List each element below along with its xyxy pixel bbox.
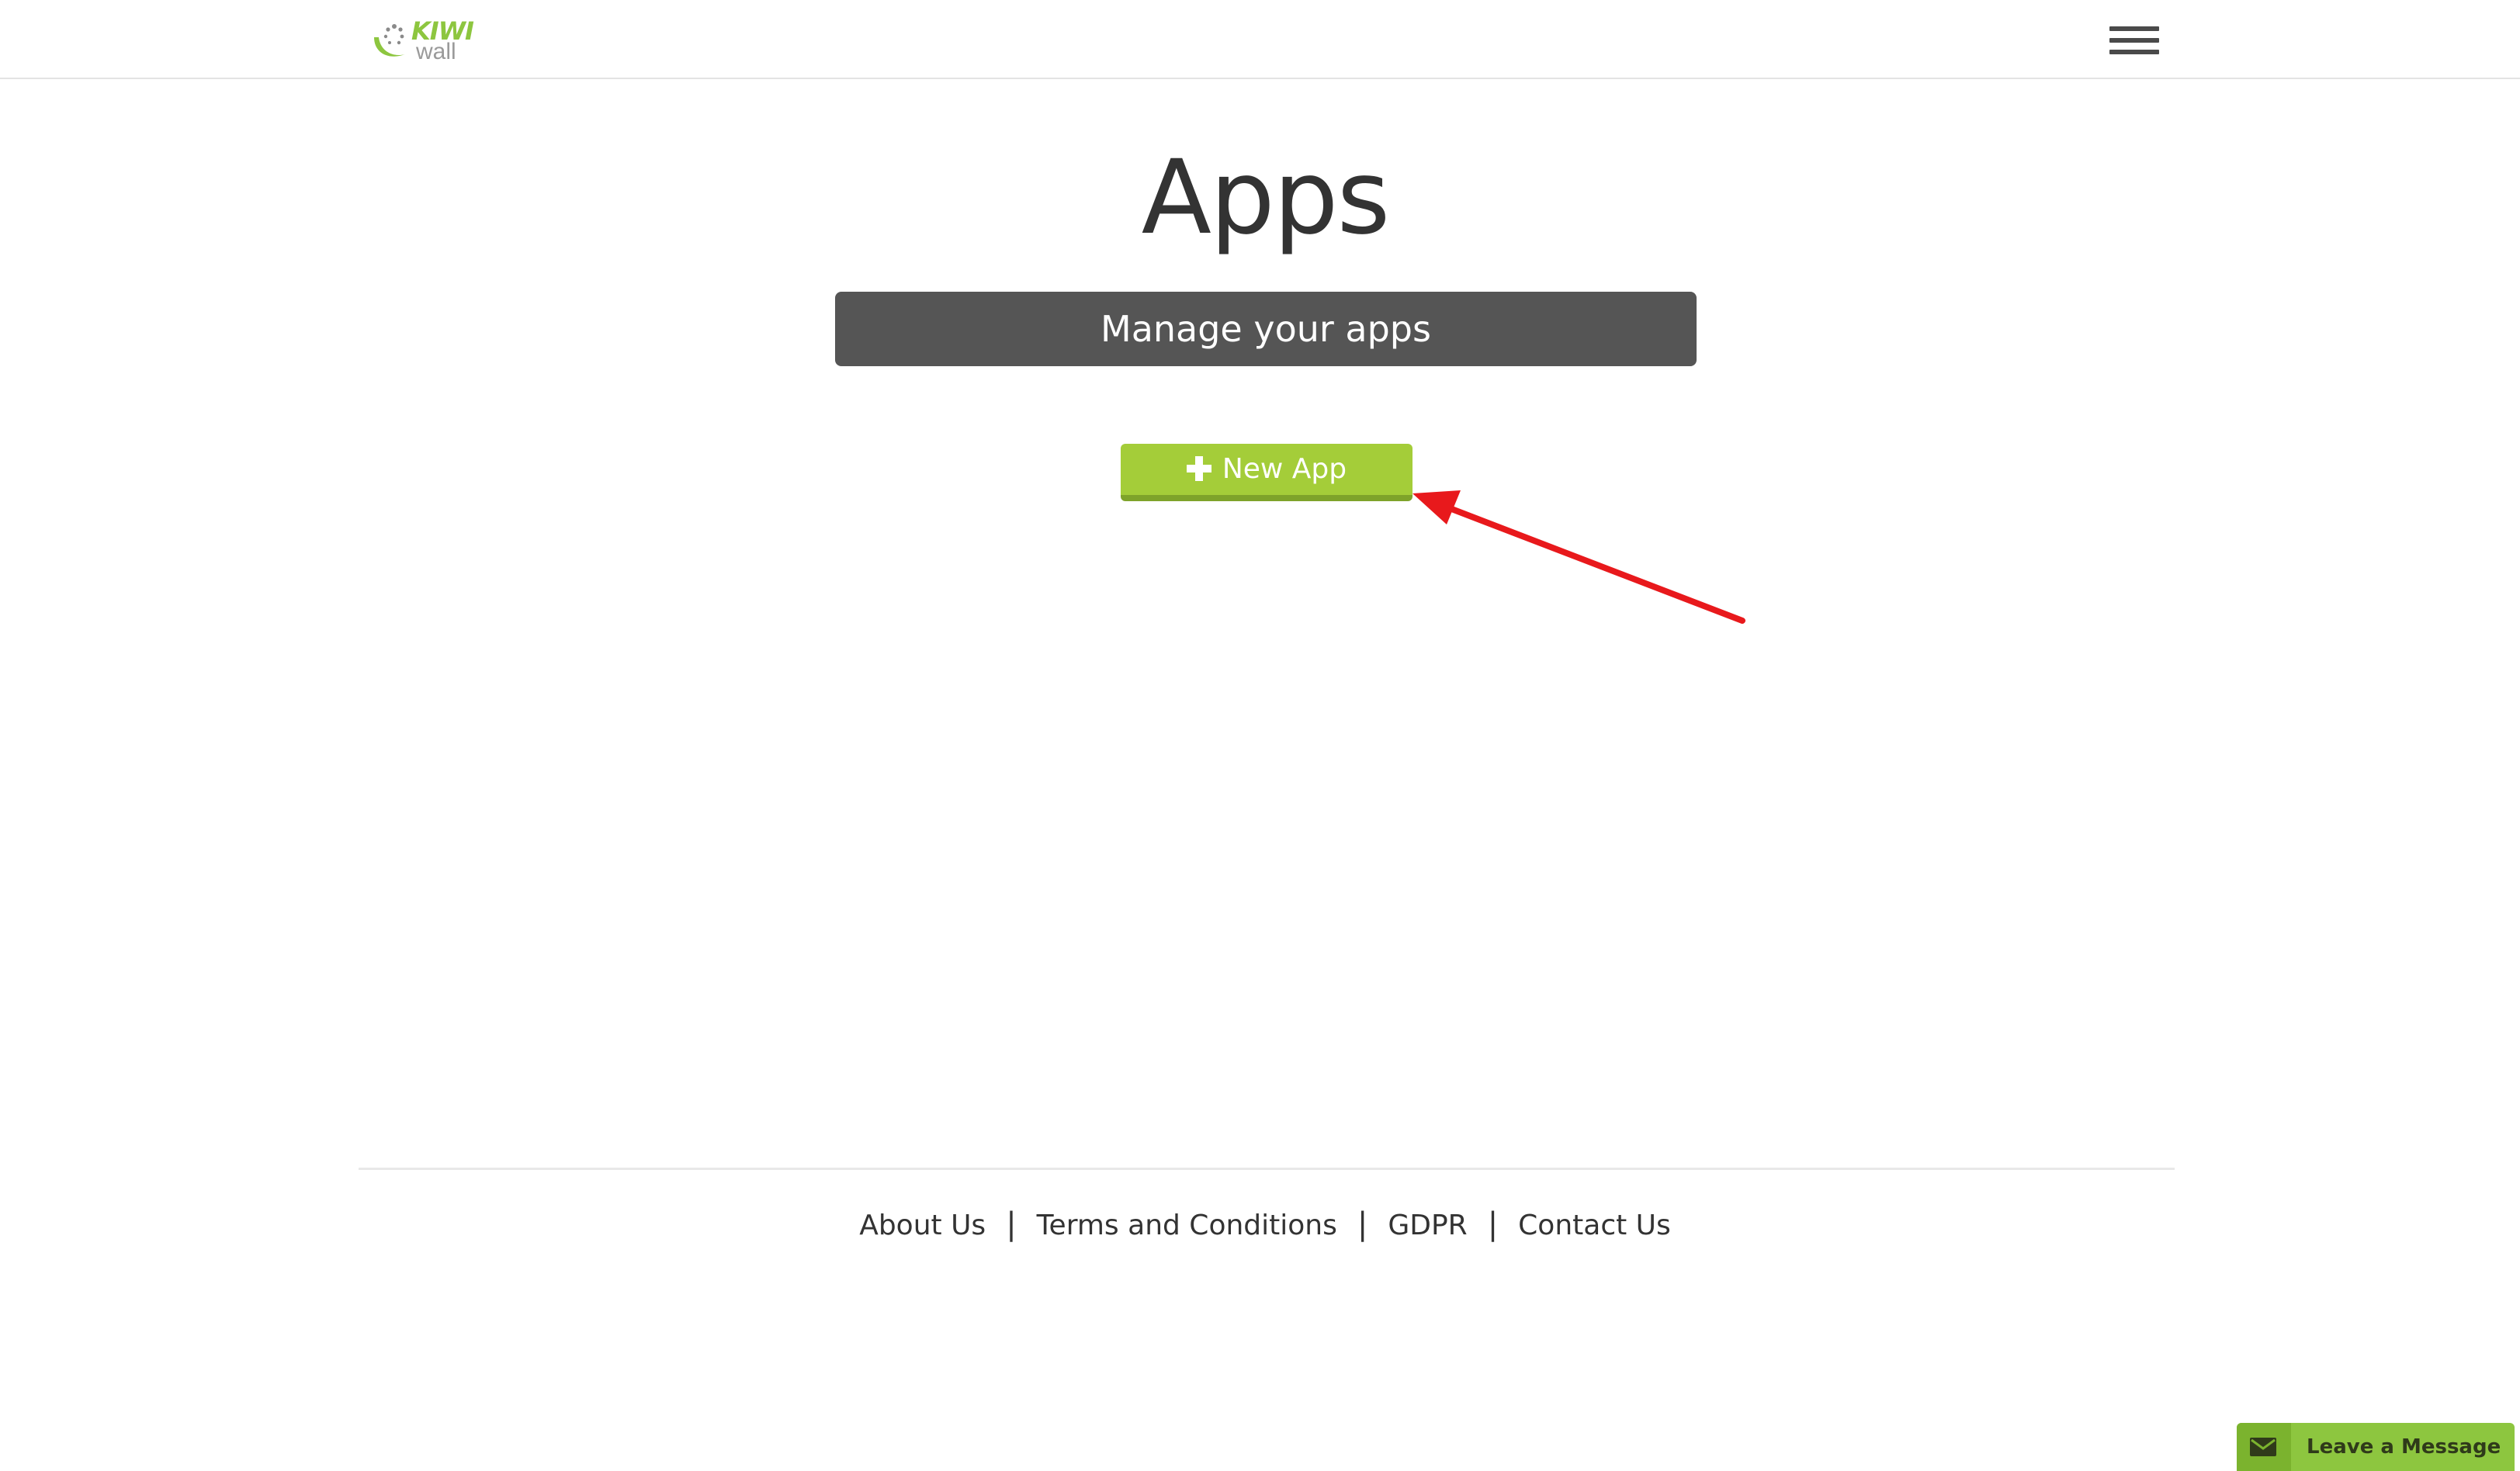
- logo-text-wall: wall: [416, 39, 456, 64]
- footer-link-about-us[interactable]: About Us: [859, 1210, 986, 1241]
- plus-icon: [1186, 456, 1211, 481]
- footer-link-terms[interactable]: Terms and Conditions: [1037, 1210, 1337, 1241]
- leave-message-label: Leave a Message: [2307, 1435, 2501, 1459]
- subtitle-banner: Manage your apps: [835, 292, 1697, 366]
- footer-link-contact-us[interactable]: Contact Us: [1518, 1210, 1671, 1241]
- annotation-arrow: [1413, 490, 1745, 624]
- leave-message-icon-cell: [2237, 1423, 2291, 1471]
- envelope-icon: [2250, 1438, 2276, 1456]
- new-app-label: New App: [1222, 453, 1347, 485]
- footer-nav: About Us | Terms and Conditions | GDPR | Conta…: [0, 1201, 2520, 1249]
- footer-separator: |: [1006, 1206, 1017, 1242]
- footer-link-gdpr[interactable]: GDPR: [1388, 1210, 1467, 1241]
- hamburger-line: [2109, 38, 2159, 43]
- kiwiwall-logo[interactable]: KIWI wall: [371, 17, 480, 64]
- page-title: Apps: [1141, 138, 1391, 258]
- hamburger-line: [2109, 50, 2159, 54]
- kiwi-swirl-icon: [374, 24, 405, 57]
- footer-divider: [359, 1168, 2175, 1170]
- hamburger-menu-icon[interactable]: [2109, 26, 2159, 54]
- leave-message-widget[interactable]: Leave a Message: [2237, 1423, 2515, 1471]
- footer-separator: |: [1357, 1206, 1368, 1242]
- footer-separator: |: [1487, 1206, 1499, 1242]
- hamburger-line: [2109, 26, 2159, 31]
- top-header: KIWI wall: [0, 0, 2520, 79]
- new-app-button[interactable]: New App: [1121, 444, 1413, 501]
